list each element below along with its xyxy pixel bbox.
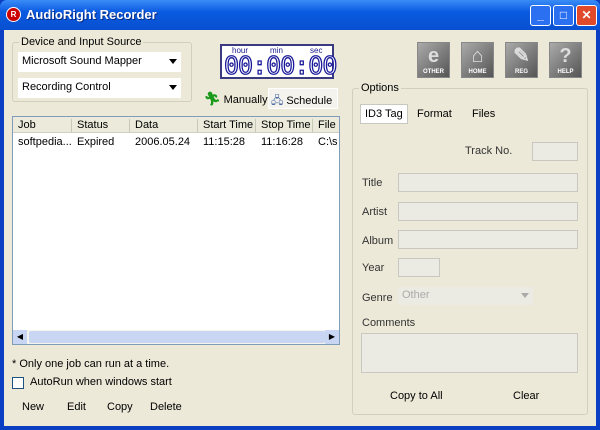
chevron-down-icon — [169, 85, 177, 90]
source-value: Microsoft Sound Mapper — [22, 55, 142, 67]
home-label: HOME — [468, 69, 487, 75]
title-bar: R AudioRight Recorder _ □ ✕ — [0, 0, 600, 30]
scroll-left-icon[interactable]: ◀ — [13, 330, 27, 344]
new-button[interactable]: New — [22, 401, 44, 413]
app-window: R AudioRight Recorder _ □ ✕ Device and I… — [0, 0, 600, 430]
timer-display: hour min sec 00:00:00 — [220, 44, 338, 80]
tab-format[interactable]: Format — [417, 108, 452, 120]
list-header: Job Status Data Start Time Stop Time Fil… — [13, 117, 339, 133]
window-title: AudioRight Recorder — [26, 7, 157, 22]
genre-value: Other — [402, 289, 430, 301]
artist-input[interactable] — [398, 202, 578, 221]
control-value: Recording Control — [22, 81, 111, 93]
artist-label: Artist — [362, 206, 388, 218]
album-label: Album — [362, 235, 394, 247]
title-input[interactable] — [398, 173, 578, 192]
checkbox-box[interactable] — [12, 377, 24, 389]
jobs-list[interactable]: Job Status Data Start Time Stop Time Fil… — [12, 116, 340, 345]
device-legend: Device and Input Source — [21, 36, 142, 48]
genre-select[interactable]: Other — [398, 287, 533, 305]
control-select[interactable]: Recording Control — [18, 78, 181, 98]
clear-button[interactable]: Clear — [513, 390, 539, 402]
year-input[interactable] — [398, 258, 440, 277]
schedule-label: Schedule — [286, 95, 333, 107]
home-button[interactable]: ⌂ HOME — [461, 42, 494, 78]
help-button[interactable]: ? HELP — [549, 42, 582, 78]
column-header[interactable]: Status — [72, 119, 130, 132]
column-header[interactable]: File — [313, 119, 339, 132]
tab-files[interactable]: Files — [472, 108, 495, 120]
app-logo-icon: R — [6, 7, 21, 22]
edit-button[interactable]: Edit — [67, 401, 86, 413]
register-icon: ✎ — [513, 45, 530, 67]
column-header[interactable]: Stop Time — [256, 119, 313, 132]
album-input[interactable] — [398, 230, 578, 249]
source-select[interactable]: Microsoft Sound Mapper — [18, 52, 181, 72]
column-header[interactable]: Start Time — [198, 119, 256, 132]
minimize-button[interactable]: _ — [530, 5, 551, 26]
help-icon: ? — [559, 45, 572, 67]
cell-file: C:\s — [318, 136, 338, 148]
copy-button[interactable]: Copy — [107, 401, 133, 413]
schedule-icon: 🖧︎ — [271, 95, 284, 107]
tab-id3[interactable]: ID3 Tag — [360, 104, 408, 124]
client-area: Device and Input Source Microsoft Sound … — [4, 30, 596, 426]
chevron-down-icon — [169, 59, 177, 64]
manually-label: Manually — [223, 94, 268, 106]
chevron-down-icon — [521, 293, 529, 298]
scroll-thumb[interactable] — [29, 331, 325, 343]
track-input[interactable] — [532, 142, 578, 161]
title-label: Title — [362, 177, 383, 189]
reg-label: REG — [514, 69, 528, 75]
other-button[interactable]: e OTHER — [417, 42, 450, 78]
cell-status: Expired — [77, 136, 115, 148]
schedule-button[interactable]: 🖧︎ Schedule — [268, 88, 338, 109]
year-label: Year — [362, 262, 385, 274]
track-label: Track No. — [465, 145, 513, 157]
copy-to-all-button[interactable]: Copy to All — [390, 390, 443, 402]
genre-label: Genre — [362, 292, 393, 304]
ie-icon: e — [427, 45, 440, 67]
note-text: * Only one job can run at a time. — [12, 358, 170, 370]
manually-button[interactable]: 🏃︎ Manually — [204, 91, 268, 107]
cell-start: 11:15:28 — [203, 136, 246, 148]
cell-date: 2006.05.24 — [135, 136, 191, 148]
horizontal-scrollbar[interactable]: ◀ ▶ — [13, 330, 339, 344]
running-man-icon: 🏃︎ — [204, 91, 221, 106]
other-label: OTHER — [423, 69, 444, 75]
delete-button[interactable]: Delete — [150, 401, 182, 413]
cell-job: softpedia... — [18, 136, 72, 148]
timer-digits: 00:00:00 — [223, 51, 338, 80]
help-label: HELP — [557, 69, 574, 75]
comments-textarea[interactable] — [361, 333, 578, 373]
column-header[interactable]: Job — [13, 119, 72, 132]
column-header[interactable]: Data — [130, 119, 198, 132]
scroll-right-icon[interactable]: ▶ — [325, 330, 339, 344]
maximize-button[interactable]: □ — [553, 5, 574, 26]
autorun-label: AutoRun when windows start — [30, 376, 172, 388]
cell-stop: 11:16:28 — [261, 136, 304, 148]
close-button[interactable]: ✕ — [576, 5, 597, 26]
reg-button[interactable]: ✎ REG — [505, 42, 538, 78]
home-icon: ⌂ — [471, 45, 484, 67]
options-legend: Options — [361, 82, 399, 94]
comments-label: Comments — [362, 317, 416, 329]
